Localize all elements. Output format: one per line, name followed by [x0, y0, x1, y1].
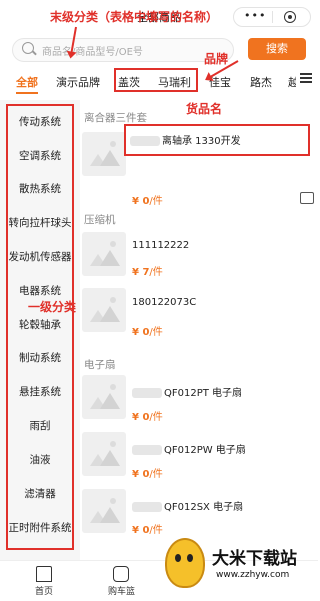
annotation-first-level: 一级分类 [28, 300, 77, 314]
product-price: ¥ 7/件 [132, 267, 163, 278]
group-header-compressor: 压缩机 [84, 214, 116, 226]
menu-icon[interactable] [300, 73, 312, 83]
product-name-highlight [124, 124, 310, 156]
mini-program-capsule[interactable]: ••• [233, 7, 311, 27]
brand-highlight [114, 68, 198, 92]
product-image[interactable] [82, 375, 126, 419]
cart-nav-icon[interactable] [113, 566, 129, 582]
product-price: ¥ 0/件 [132, 525, 163, 536]
tab-brand-demo[interactable]: 演示品牌 [56, 74, 100, 90]
product-image[interactable] [82, 432, 126, 476]
watermark-title: 大米下载站 [212, 549, 297, 569]
product-price: ¥ 0/件 [132, 327, 163, 338]
cart-icon[interactable] [300, 192, 314, 204]
capsule-divider [272, 11, 273, 23]
nav-home-label[interactable]: 首页 [35, 584, 53, 597]
tab-brand-lujie[interactable]: 路杰 [250, 74, 272, 90]
search-icon [22, 42, 34, 54]
product-name[interactable]: 180122073C [132, 297, 196, 308]
watermark-logo [165, 538, 205, 588]
product-price: ¥ 0/件 [132, 196, 163, 207]
product-image[interactable] [82, 132, 126, 176]
product-name[interactable]: QF012PT 电子扇 [132, 384, 242, 399]
annotation-brand: 品牌 [204, 52, 229, 66]
group-header-fan: 电子扇 [84, 359, 116, 371]
product-image[interactable] [82, 232, 126, 276]
group-header-clutch-kit: 离合器三件套 [84, 112, 147, 124]
active-tab-indicator [16, 92, 38, 94]
more-icon[interactable]: ••• [244, 10, 266, 22]
search-placeholder: 商品名/商品型号/OE号 [42, 47, 143, 58]
product-name[interactable]: QF012SX 电子扇 [132, 498, 243, 513]
product-price: ¥ 0/件 [132, 412, 163, 423]
nav-cart-label[interactable]: 购车篮 [108, 584, 135, 597]
watermark-url: www.zzhyw.com [216, 570, 290, 580]
annotation-product-name: 货品名 [186, 102, 223, 116]
tab-brand-more[interactable]: 越 [288, 74, 296, 90]
product-image[interactable] [82, 489, 126, 533]
close-icon[interactable] [284, 11, 296, 23]
annotation-last-level: 末级分类（表格中填写的名称） [50, 10, 219, 24]
first-level-highlight [6, 104, 74, 550]
search-button[interactable]: 搜索 [248, 38, 306, 60]
tab-all[interactable]: 全部 [16, 74, 38, 90]
product-name[interactable]: 111112222 [132, 240, 189, 251]
product-price: ¥ 0/件 [132, 469, 163, 480]
product-name[interactable]: QF012PW 电子扇 [132, 441, 246, 456]
home-icon[interactable] [36, 566, 52, 582]
product-image[interactable] [82, 288, 126, 332]
